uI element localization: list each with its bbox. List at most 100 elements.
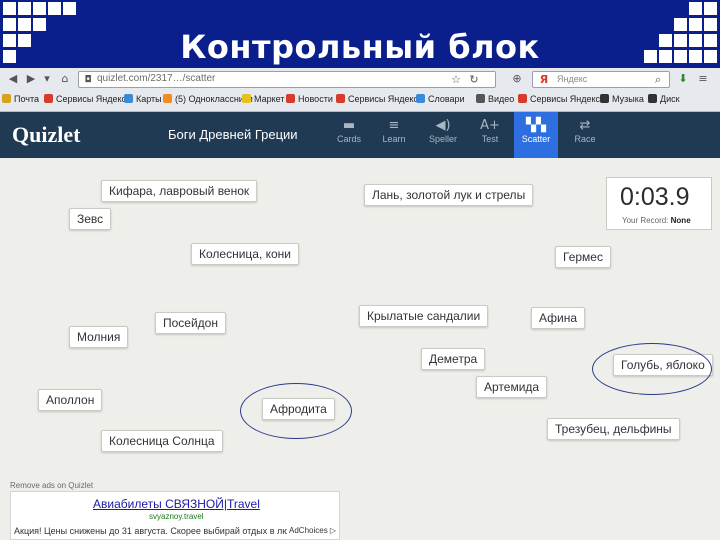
bookmark-label: Музыка: [612, 94, 644, 104]
forward-icon[interactable]: ▶: [24, 72, 38, 86]
slide-header: Контрольный блок: [0, 0, 720, 68]
mode-tab-test[interactable]: A+ Test: [468, 112, 512, 158]
mode-label: Race: [574, 134, 596, 144]
record-label: Your Record:: [622, 216, 669, 225]
bookmark-item[interactable]: Сервисы Яндекса: [336, 94, 423, 104]
timer: 0:03.9: [620, 183, 690, 211]
bookmark-label: Маркет: [254, 94, 285, 104]
scatter-card[interactable]: Афина: [531, 307, 586, 329]
highlight-circle-dove: [592, 343, 712, 395]
scatter-card[interactable]: Колесница Солнца: [101, 430, 223, 452]
bookmark-favicon-icon: [163, 94, 172, 103]
bookmark-label: Диск: [660, 94, 680, 104]
bookmark-favicon-icon: [44, 94, 53, 103]
reload-icon[interactable]: ↻: [467, 73, 481, 87]
star-icon[interactable]: ☆: [449, 73, 463, 87]
scatter-icon: ▚▚: [526, 118, 546, 133]
highlight-circle-aphrodite: [240, 383, 352, 439]
scatter-card[interactable]: Аполлон: [38, 389, 103, 411]
record-value: None: [670, 216, 691, 225]
bookmarks-bar: Почта Сервисы Яндекса Карты (5) Одноклассни…: [0, 91, 720, 110]
menu-icon[interactable]: ≡: [696, 72, 710, 86]
bookmark-favicon-icon: [518, 94, 527, 103]
site-icon: ◘: [84, 75, 92, 85]
search-bar[interactable]: Я Яндекс ⌕: [532, 71, 670, 88]
scatter-card[interactable]: Посейдон: [155, 312, 226, 334]
bookmark-item[interactable]: Сервисы Яндекса: [44, 94, 131, 104]
cards-icon: ▬: [342, 118, 356, 133]
zoom-icon[interactable]: ⊕: [510, 72, 524, 86]
mode-label: Learn: [382, 134, 406, 144]
mode-label: Cards: [336, 134, 361, 144]
search-placeholder: Яндекс: [557, 74, 588, 84]
bookmark-favicon-icon: [286, 94, 295, 103]
bookmark-item[interactable]: (5) Одноклассники: [163, 94, 253, 104]
bookmark-label: Сервисы Яндекса: [530, 94, 606, 104]
navigation-row: ◀ ▶ ▾ ⌂ ◘ quizlet.com/2317…/scatter ☆ ↻ …: [0, 68, 720, 90]
mode-tab-learn[interactable]: ≡ Learn: [372, 112, 416, 158]
race-icon: ⇄: [579, 118, 591, 133]
search-icon[interactable]: ⌕: [651, 73, 665, 87]
quizlet-header: Quizlet Боги Древней Греции ▬ Cards ≡ Learn…: [0, 112, 720, 158]
browser-toolbar: ◀ ▶ ▾ ⌂ ◘ quizlet.com/2317…/scatter ☆ ↻ …: [0, 68, 720, 112]
record: Your Record: None: [622, 216, 691, 225]
bookmark-item[interactable]: Диск: [648, 94, 680, 104]
mode-tab-race[interactable]: ⇄ Race: [563, 112, 607, 158]
mode-label: Scatter: [521, 134, 551, 144]
scatter-card[interactable]: Артемида: [476, 376, 548, 398]
scatter-card[interactable]: Зевс: [69, 208, 112, 230]
bookmark-favicon-icon: [2, 94, 11, 103]
mode-label: Test: [481, 134, 499, 144]
bookmark-label: Сервисы Яндекса: [348, 94, 424, 104]
scatter-card[interactable]: Деметра: [421, 348, 486, 370]
ad-title[interactable]: Авиабилеты СВЯЗНОЙ|Travel: [93, 497, 260, 511]
ad-text: Акция! Цены снижены до 31 августа. Скоре…: [14, 526, 312, 536]
bookmark-label: Сервисы Яндекса: [56, 94, 132, 104]
scatter-card[interactable]: Трезубец, дельфины: [547, 418, 680, 440]
download-icon[interactable]: ⬇: [676, 72, 690, 86]
mode-tab-speller[interactable]: ◀) Speller: [421, 112, 465, 158]
bookmark-favicon-icon: [600, 94, 609, 103]
quizlet-logo[interactable]: Quizlet: [12, 122, 80, 148]
scatter-card[interactable]: Молния: [69, 326, 129, 348]
yandex-icon: Я: [539, 73, 549, 86]
bookmark-favicon-icon: [648, 94, 657, 103]
speaker-icon: ◀): [435, 118, 451, 133]
mode-tab-cards[interactable]: ▬ Cards: [327, 112, 371, 158]
dropdown-icon[interactable]: ▾: [40, 72, 54, 86]
bookmark-label: Почта: [14, 94, 39, 104]
test-icon: A+: [480, 118, 500, 133]
scatter-card[interactable]: Колесница, кони: [191, 243, 300, 265]
back-icon[interactable]: ◀: [6, 72, 20, 86]
slide-title: Контрольный блок: [180, 28, 540, 66]
ad-choices[interactable]: AdChoices ▷: [287, 525, 339, 536]
bookmark-label: Видео: [488, 94, 515, 104]
bookmark-favicon-icon: [124, 94, 133, 103]
scatter-card[interactable]: Гермес: [555, 246, 611, 268]
mode-tab-scatter[interactable]: ▚▚ Scatter: [514, 112, 558, 158]
bookmark-item[interactable]: Словари: [416, 94, 465, 104]
bookmark-item[interactable]: Музыка: [600, 94, 644, 104]
bookmark-item[interactable]: Карты: [124, 94, 162, 104]
url-text: quizlet.com/2317…/scatter: [97, 73, 216, 84]
scatter-card[interactable]: Лань, золотой лук и стрелы: [364, 184, 534, 206]
bookmark-favicon-icon: [476, 94, 485, 103]
remove-ads-link[interactable]: Remove ads on Quizlet: [10, 481, 93, 490]
scatter-card[interactable]: Кифара, лавровый венок: [101, 180, 258, 202]
bookmark-item[interactable]: Маркет: [242, 94, 284, 104]
learn-icon: ≡: [388, 118, 400, 133]
home-icon[interactable]: ⌂: [58, 72, 72, 86]
bookmark-favicon-icon: [242, 94, 251, 103]
bookmark-item[interactable]: Сервисы Яндекса: [518, 94, 605, 104]
ad-url[interactable]: svyaznoy.travel: [149, 512, 204, 521]
bookmark-label: Словари: [428, 94, 465, 104]
scatter-card[interactable]: Крылатые сандалии: [359, 305, 489, 327]
address-bar[interactable]: ◘ quizlet.com/2317…/scatter ☆ ↻: [78, 71, 496, 88]
bookmark-favicon-icon: [416, 94, 425, 103]
bookmark-item[interactable]: Новости: [286, 94, 333, 104]
bookmark-item[interactable]: Почта: [2, 94, 39, 104]
mode-label: Speller: [428, 134, 457, 144]
set-title[interactable]: Боги Древней Греции: [168, 127, 298, 142]
bookmark-item[interactable]: Видео: [476, 94, 514, 104]
ad-banner: Авиабилеты СВЯЗНОЙ|Travel svyaznoy.trave…: [10, 491, 340, 540]
